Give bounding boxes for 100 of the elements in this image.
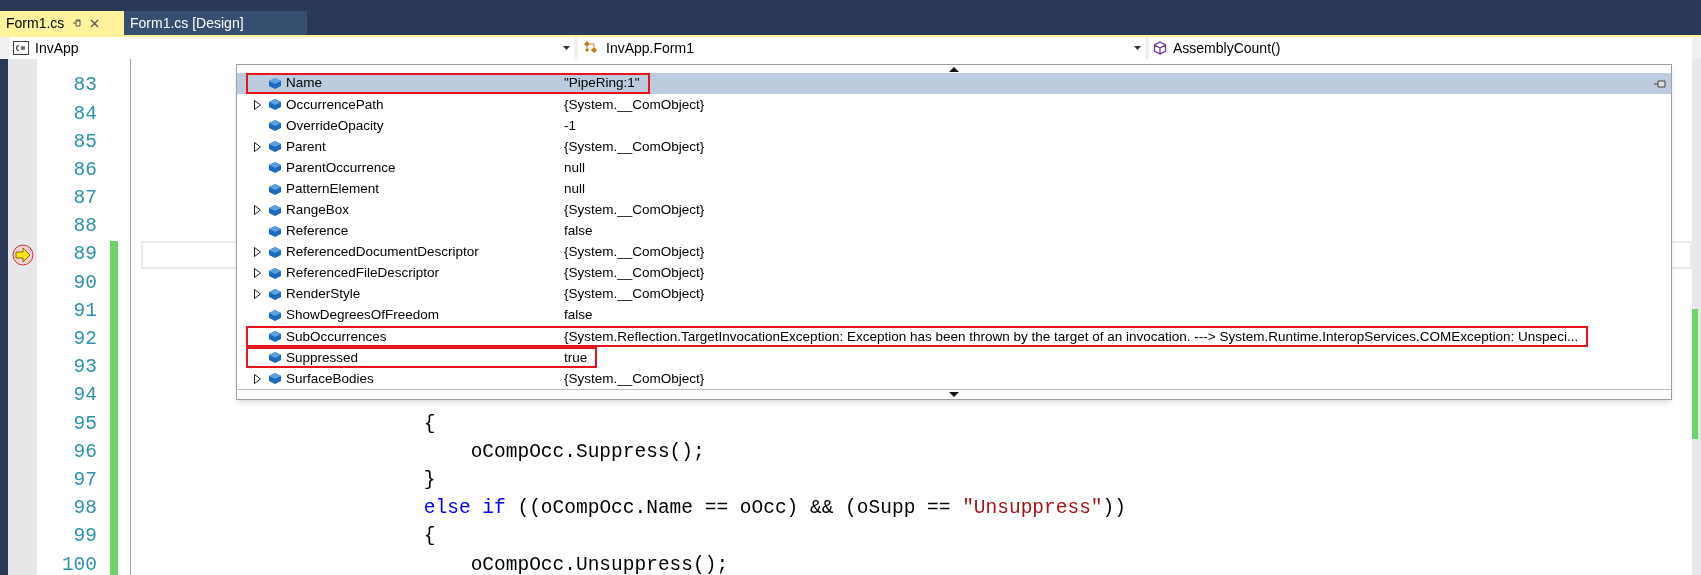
- property-value: true: [564, 348, 589, 367]
- property-icon: [268, 245, 282, 259]
- property-name: ReferencedDocumentDescriptor: [285, 243, 479, 262]
- code-line: oCompOcc.Unsuppress();: [469, 555, 729, 575]
- property-value: {System.__ComObject}: [564, 137, 706, 156]
- line-number: 95: [73, 414, 97, 435]
- class-icon: [582, 40, 600, 56]
- cube-icon: [1153, 41, 1167, 55]
- property-value: null: [564, 158, 586, 177]
- data-tip-row[interactable]: PatternElement null: [237, 178, 1671, 200]
- property-name: ParentOccurrence: [285, 158, 396, 177]
- navigation-dropdown[interactable]: AssemblyCount(): [1149, 37, 1692, 59]
- data-tip-row[interactable]: Name "PipeRing:1": [237, 73, 1671, 95]
- line-number: 85: [73, 132, 97, 153]
- scroll-down-icon[interactable]: [949, 392, 959, 398]
- line-number: 87: [73, 189, 97, 209]
- data-tip-row[interactable]: OverrideOpacity -1: [237, 115, 1671, 137]
- property-name: OverrideOpacity: [285, 116, 384, 135]
- line-number: 100: [61, 555, 97, 575]
- data-tip-row[interactable]: RenderStyle {System.__ComObject}: [237, 283, 1671, 306]
- property-icon: [268, 224, 282, 238]
- data-tip-row[interactable]: RangeBox {System.__ComObject}: [237, 199, 1671, 221]
- property-icon: [268, 140, 282, 154]
- code-line: }: [422, 470, 436, 491]
- dropdown-arrow-icon[interactable]: [1134, 46, 1141, 50]
- line-number: 83: [73, 76, 97, 96]
- property-name: PatternElement: [285, 179, 380, 198]
- expand-arrow-icon[interactable]: [253, 141, 261, 152]
- property-value: {System.__ComObject}: [564, 369, 706, 388]
- property-value: {System.__ComObject}: [564, 285, 706, 304]
- property-icon: [268, 309, 282, 323]
- code-line: oCompOcc.Suppress();: [469, 442, 705, 463]
- property-name: Parent: [285, 137, 326, 156]
- property-name: OccurrencePath: [285, 95, 384, 114]
- expand-arrow-icon[interactable]: [253, 205, 261, 216]
- data-tip-row[interactable]: Suppressed true: [237, 347, 1671, 369]
- line-number: 98: [73, 499, 97, 519]
- data-tip-row[interactable]: SurfaceBodies {System.__ComObject}: [237, 368, 1671, 390]
- expand-arrow-icon[interactable]: [253, 99, 261, 110]
- document-tab[interactable]: Form1.cs [Design]: [124, 11, 307, 35]
- property-value: -1: [564, 116, 577, 135]
- navigation-dropdown[interactable]: InvApp: [9, 37, 574, 59]
- property-icon: [268, 77, 282, 91]
- data-tip-row[interactable]: OccurrencePath {System.__ComObject}: [237, 94, 1671, 116]
- property-icon: [268, 288, 282, 301]
- expand-arrow-icon[interactable]: [253, 373, 261, 384]
- property-name: Suppressed: [285, 348, 359, 367]
- property-icon: [268, 98, 282, 112]
- property-name: RangeBox: [285, 201, 350, 219]
- data-tip-row[interactable]: ShowDegreesOfFreedom false: [237, 305, 1671, 327]
- line-number: 89: [73, 245, 97, 265]
- dropdown-arrow-icon[interactable]: [563, 46, 570, 50]
- property-value: {System.__ComObject}: [564, 243, 706, 262]
- document-tab[interactable]: Form1.cs: [0, 11, 124, 35]
- line-number: 96: [73, 442, 97, 463]
- csharp-file-icon: [13, 41, 29, 55]
- line-number: 99: [73, 527, 97, 547]
- expand-arrow-icon[interactable]: [253, 247, 261, 258]
- property-name: ReferencedFileDescriptor: [285, 264, 440, 283]
- property-value: {System.__ComObject}: [564, 201, 706, 219]
- property-icon: [268, 161, 282, 175]
- code-line: {: [422, 414, 436, 435]
- code-line: else if ((oCompOcc.Name == oOcc) && (oSupp == "Unsuppress")): [422, 499, 1126, 519]
- expand-arrow-icon[interactable]: [253, 289, 261, 300]
- close-icon[interactable]: [90, 18, 100, 28]
- property-value: {System.Reflection.TargetInvocationException: Exception has been thrown by the target of an invocation. ---> System.Runtime.InteropServices.COMException: Unspeci...: [564, 327, 1580, 346]
- pin-icon[interactable]: [72, 18, 83, 28]
- line-number: 93: [73, 358, 97, 378]
- line-number: 90: [73, 273, 97, 294]
- line-number: 86: [73, 160, 97, 181]
- property-value: null: [564, 179, 586, 198]
- navigation-dropdown[interactable]: InvApp.Form1: [578, 37, 1145, 59]
- data-tip-row[interactable]: SubOccurrences {System.Reflection.TargetInvocationException: Exception has been thrown by the target of an invocation. ---> System.Runtime.InteropServices.COMException: Unspeci...: [237, 326, 1671, 348]
- property-name: Reference: [285, 222, 349, 241]
- property-value: {System.__ComObject}: [564, 95, 706, 114]
- data-tip-row[interactable]: Reference false: [237, 220, 1671, 242]
- property-name: RenderStyle: [285, 285, 361, 304]
- data-tip-row[interactable]: ReferencedDocumentDescriptor {System.__ComObject}: [237, 241, 1671, 263]
- property-value: false: [564, 222, 594, 241]
- property-name: SubOccurrences: [285, 327, 387, 346]
- property-name: Name: [285, 74, 322, 93]
- property-name: SurfaceBodies: [285, 369, 374, 388]
- property-value: false: [564, 306, 594, 325]
- property-icon: [268, 203, 282, 217]
- pin-icon[interactable]: [1653, 79, 1667, 88]
- property-value: "PipeRing:1": [564, 74, 641, 93]
- property-icon: [268, 119, 282, 133]
- data-tip-row[interactable]: Parent {System.__ComObject}: [237, 136, 1671, 158]
- line-number: 84: [73, 104, 97, 125]
- property-name: ShowDegreesOfFreedom: [285, 306, 440, 325]
- property-icon: [268, 266, 282, 280]
- property-icon: [268, 351, 282, 365]
- data-tip-row[interactable]: ParentOccurrence null: [237, 157, 1671, 179]
- line-number: 92: [73, 330, 97, 350]
- property-icon: [268, 330, 282, 344]
- code-line: {: [422, 527, 436, 547]
- property-icon: [268, 372, 282, 386]
- line-number: 97: [73, 470, 97, 491]
- data-tip-row[interactable]: ReferencedFileDescriptor {System.__ComObject}: [237, 262, 1671, 284]
- expand-arrow-icon[interactable]: [253, 268, 261, 279]
